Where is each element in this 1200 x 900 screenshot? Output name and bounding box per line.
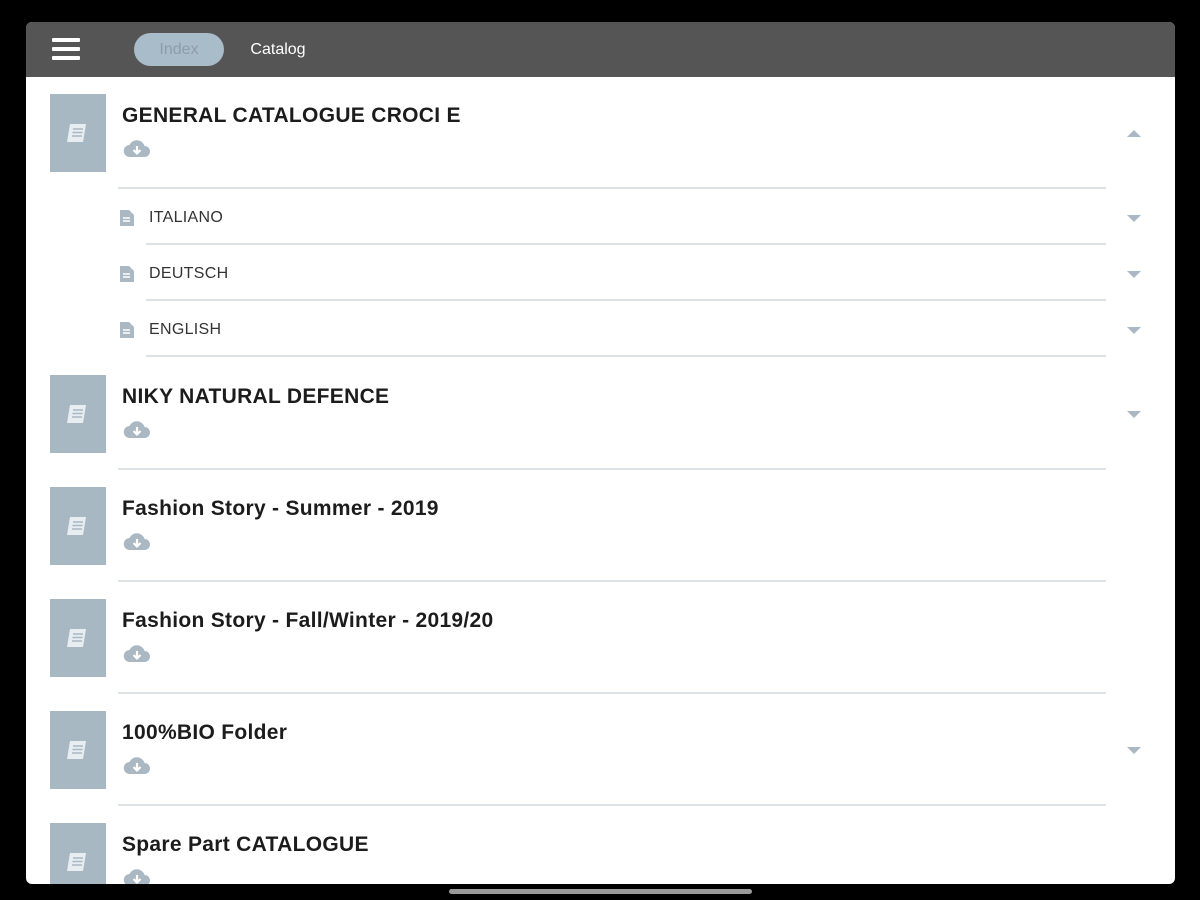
chevron-down-icon[interactable]	[1126, 214, 1142, 224]
catalog-item[interactable]: 100%BIO Folder	[26, 694, 1175, 806]
catalog-thumbnail	[50, 487, 106, 565]
catalog-title: Fashion Story - Fall/Winter - 2019/20	[122, 609, 494, 632]
catalog-title: GENERAL CATALOGUE CROCI E	[122, 104, 461, 127]
catalog-thumbnail	[50, 711, 106, 789]
catalog-thumbnail	[50, 375, 106, 453]
tab-catalog[interactable]: Catalog	[240, 33, 316, 66]
divider	[146, 355, 1106, 357]
book-icon	[67, 405, 86, 423]
chevron-down-icon[interactable]	[1126, 270, 1142, 280]
catalog-item[interactable]: Fashion Story - Fall/Winter - 2019/20	[26, 582, 1175, 694]
tab-index[interactable]: Index	[134, 33, 224, 66]
cloud-download-icon[interactable]	[123, 532, 151, 554]
catalog-list: GENERAL CATALOGUE CROCI E ITALIANO DEUTS…	[26, 77, 1175, 884]
catalog-title: 100%BIO Folder	[122, 721, 288, 744]
app-screen: Index Catalog GENERAL CATALOGUE CROCI E …	[26, 22, 1175, 884]
catalog-item[interactable]: Fashion Story - Summer - 2019	[26, 470, 1175, 582]
document-icon	[120, 322, 134, 338]
chevron-up-icon[interactable]	[1126, 128, 1142, 138]
catalog-item[interactable]: GENERAL CATALOGUE CROCI E	[26, 77, 1175, 189]
language-label: ENGLISH	[149, 321, 222, 338]
cloud-download-icon[interactable]	[123, 139, 151, 161]
catalog-thumbnail	[50, 94, 106, 172]
catalog-title: Fashion Story - Summer - 2019	[122, 497, 439, 520]
catalog-item[interactable]: Spare Part CATALOGUE	[26, 806, 1175, 884]
document-icon	[120, 266, 134, 282]
catalog-title: NIKY NATURAL DEFENCE	[122, 385, 390, 408]
document-icon	[120, 210, 134, 226]
cloud-download-icon[interactable]	[123, 420, 151, 442]
language-row[interactable]: DEUTSCH	[26, 245, 1175, 301]
book-icon	[67, 629, 86, 647]
catalog-title: Spare Part CATALOGUE	[122, 833, 369, 856]
book-icon	[67, 853, 86, 871]
book-icon	[67, 517, 86, 535]
cloud-download-icon[interactable]	[123, 868, 151, 884]
catalog-thumbnail	[50, 823, 106, 884]
language-label: DEUTSCH	[149, 265, 229, 282]
book-icon	[67, 741, 86, 759]
book-icon	[67, 124, 86, 142]
cloud-download-icon[interactable]	[123, 644, 151, 666]
chevron-down-icon[interactable]	[1126, 326, 1142, 336]
cloud-download-icon[interactable]	[123, 756, 151, 778]
catalog-item[interactable]: NIKY NATURAL DEFENCE	[26, 358, 1175, 470]
language-row[interactable]: ITALIANO	[26, 189, 1175, 245]
chevron-down-icon[interactable]	[1126, 746, 1142, 756]
chevron-down-icon[interactable]	[1126, 410, 1142, 420]
catalog-thumbnail	[50, 599, 106, 677]
top-toolbar: Index Catalog	[26, 22, 1175, 77]
hamburger-menu-icon[interactable]	[52, 38, 80, 62]
home-indicator[interactable]	[449, 889, 752, 894]
language-label: ITALIANO	[149, 209, 224, 226]
language-row[interactable]: ENGLISH	[26, 301, 1175, 357]
